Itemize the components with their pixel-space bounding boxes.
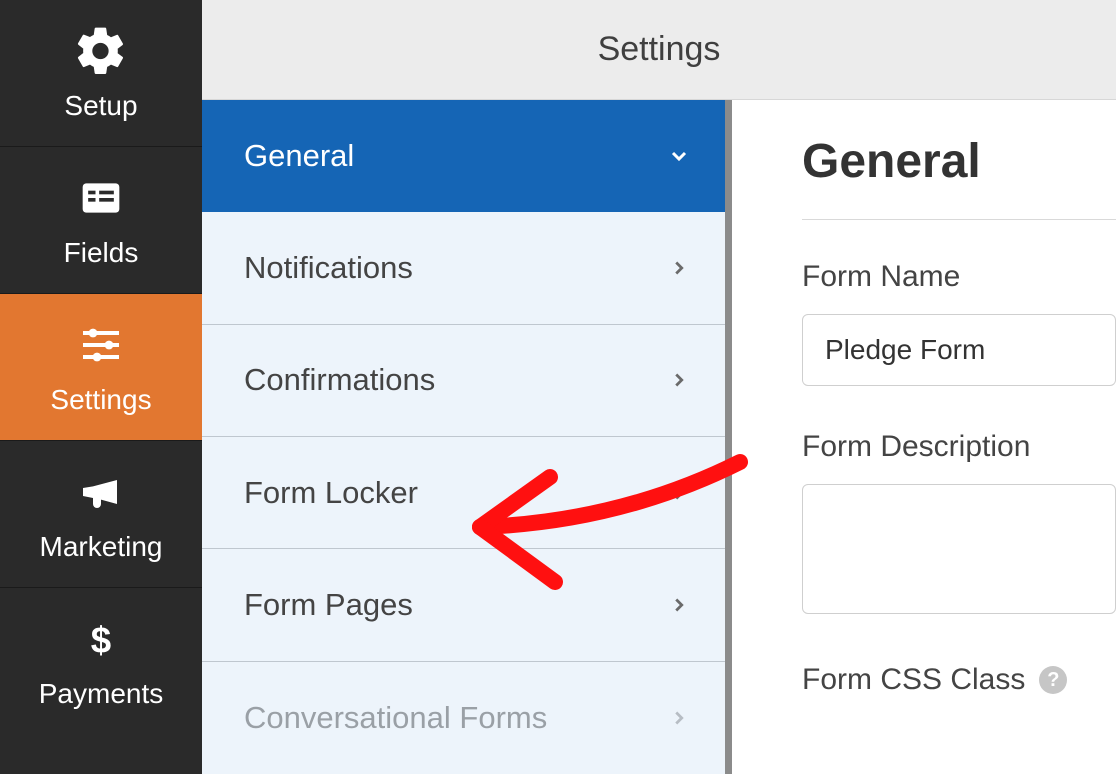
sidebar-item-label: Marketing	[40, 531, 163, 563]
panel-item-general[interactable]: General	[202, 100, 725, 212]
form-description-label: Form Description	[802, 430, 1116, 464]
list-icon	[72, 169, 130, 227]
panel-item-label: Notifications	[244, 250, 413, 286]
form-description-input[interactable]	[802, 484, 1116, 614]
panel-item-label: Confirmations	[244, 362, 435, 398]
chevron-right-icon	[667, 368, 691, 392]
panel-item-confirmations[interactable]: Confirmations	[202, 325, 725, 437]
sidebar-item-label: Setup	[64, 90, 137, 122]
chevron-right-icon	[667, 481, 691, 505]
sidebar-item-label: Settings	[50, 384, 151, 416]
panel-item-form-locker[interactable]: Form Locker	[202, 437, 725, 549]
divider	[802, 219, 1116, 220]
sidebar-item-setup[interactable]: Setup	[0, 0, 202, 147]
panel-item-label: General	[244, 138, 354, 174]
sidebar-item-marketing[interactable]: Marketing	[0, 441, 202, 588]
panel-item-form-pages[interactable]: Form Pages	[202, 549, 725, 661]
bullhorn-icon	[72, 463, 130, 521]
form-name-input[interactable]	[802, 314, 1116, 386]
sidebar-item-settings[interactable]: Settings	[0, 294, 202, 441]
page-title: Settings	[598, 30, 721, 69]
panel-item-label: Conversational Forms	[244, 700, 547, 736]
sidebar-item-label: Fields	[64, 237, 139, 269]
panel-item-conversational-forms[interactable]: Conversational Forms	[202, 662, 725, 774]
dollar-icon: $	[72, 610, 130, 668]
form-css-class-label: Form CSS Class ?	[802, 663, 1116, 697]
sidebar-item-payments[interactable]: $ Payments	[0, 588, 202, 734]
content-panel: General Form Name Form Description Form …	[732, 100, 1116, 774]
form-name-label: Form Name	[802, 260, 1116, 294]
settings-subnav: General Notifications Confirmations	[202, 100, 732, 774]
chevron-right-icon	[667, 706, 691, 730]
topbar: Settings	[202, 0, 1116, 100]
chevron-down-icon	[667, 144, 691, 168]
content-heading: General	[802, 134, 1116, 189]
gear-icon	[72, 22, 130, 80]
chevron-right-icon	[667, 593, 691, 617]
panel-item-label: Form Locker	[244, 475, 418, 511]
sidebar: Setup Fields Settings Marketing $ Paymen…	[0, 0, 202, 774]
help-icon[interactable]: ?	[1039, 666, 1067, 694]
chevron-right-icon	[667, 256, 691, 280]
form-css-class-label-text: Form CSS Class	[802, 663, 1025, 697]
sliders-icon	[72, 316, 130, 374]
sidebar-item-label: Payments	[39, 678, 164, 710]
svg-text:$: $	[91, 619, 111, 660]
panel-item-notifications[interactable]: Notifications	[202, 212, 725, 324]
panel-item-label: Form Pages	[244, 587, 413, 623]
sidebar-item-fields[interactable]: Fields	[0, 147, 202, 294]
